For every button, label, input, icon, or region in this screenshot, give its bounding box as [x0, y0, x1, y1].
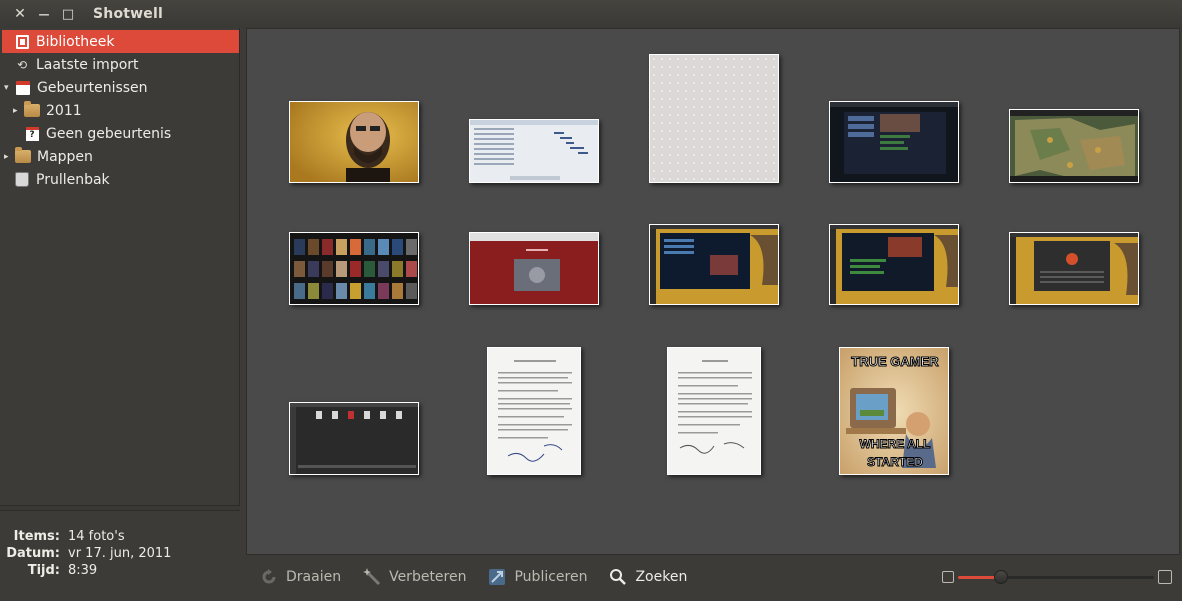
info-items-row: Items: 14 foto's: [2, 529, 125, 544]
bottom-toolbar: Draaien Verbeteren Publiceren Zoeken: [246, 555, 1180, 599]
publish-icon: [488, 568, 506, 586]
info-time-value: 8:39: [68, 563, 98, 578]
photo-thumbnail[interactable]: [1009, 232, 1139, 305]
photo-grid: TRUE GAMER WHERE ALL STARTED: [246, 28, 1180, 555]
info-items-label: Items:: [13, 529, 60, 544]
zoom-out-icon[interactable]: [942, 571, 954, 583]
sidebar-item-folders[interactable]: ▸ Mappen: [2, 145, 239, 168]
rotate-icon: [260, 568, 278, 586]
trash-icon: [14, 172, 30, 188]
search-label: Zoeken: [635, 569, 688, 585]
enhance-button[interactable]: Verbeteren: [363, 568, 466, 586]
sidebar-item-library[interactable]: Bibliotheek: [2, 30, 239, 53]
sidebar: Bibliotheek ⟲ Laatste import ▾ Gebeurten…: [2, 28, 240, 505]
sidebar-item-label: Bibliotheek: [36, 33, 115, 50]
close-window-button[interactable]: ✕: [8, 0, 32, 28]
info-date-label: Datum:: [6, 546, 60, 561]
sidebar-item-label: Geen gebeurtenis: [46, 125, 172, 142]
sidebar-item-2011[interactable]: ▸ 2011: [2, 99, 239, 122]
photo-thumbnail-meme[interactable]: TRUE GAMER WHERE ALL STARTED: [839, 347, 949, 475]
last-import-icon: ⟲: [16, 57, 28, 72]
magic-wand-icon: [363, 568, 381, 586]
photo-thumbnail[interactable]: [649, 54, 779, 183]
search-icon: [609, 568, 627, 586]
expander-collapsed-icon[interactable]: ▸: [13, 106, 23, 116]
sidebar-item-events[interactable]: ▾ Gebeurtenissen: [2, 76, 239, 99]
folder-icon: [24, 101, 40, 119]
sidebar-item-label: Gebeurtenissen: [37, 79, 148, 96]
photo-thumbnail[interactable]: [487, 347, 581, 475]
info-date-value: vr 17. jun, 2011: [68, 546, 172, 561]
sidebar-item-label: Laatste import: [36, 56, 139, 73]
sidebar-item-no-event[interactable]: ? Geen gebeurtenis: [2, 122, 239, 145]
title-bar: ✕ — □ Shotwell: [0, 0, 1182, 28]
enhance-label: Verbeteren: [389, 569, 467, 585]
shotwell-window: ✕ — □ Shotwell Bibliotheek ⟲ Laatste imp…: [0, 0, 1182, 601]
info-items-value: 14 foto's: [68, 529, 125, 544]
zoom-in-icon[interactable]: [1158, 570, 1172, 584]
rotate-button[interactable]: Draaien: [260, 568, 341, 586]
photo-thumbnail[interactable]: [289, 402, 419, 475]
photo-thumbnail[interactable]: [289, 101, 419, 183]
publish-label: Publiceren: [514, 569, 588, 585]
meme-bottom-text-1: WHERE ALL: [860, 437, 931, 451]
zoom-control: [942, 555, 1172, 599]
sidebar-item-trash[interactable]: Prullenbak: [2, 168, 239, 191]
no-event-icon: ?: [24, 126, 40, 142]
info-time-row: Tijd: 8:39: [2, 563, 98, 578]
photo-thumbnail[interactable]: [1009, 109, 1139, 183]
info-date-row: Datum: vr 17. jun, 2011: [2, 546, 171, 561]
photo-thumbnail[interactable]: [667, 347, 761, 475]
library-icon: [14, 34, 30, 50]
info-time-label: Tijd:: [27, 563, 60, 578]
photo-thumbnail[interactable]: [289, 232, 419, 305]
publish-button[interactable]: Publiceren: [488, 568, 587, 586]
photo-thumbnail[interactable]: [469, 119, 599, 183]
events-icon: [15, 80, 31, 96]
search-button[interactable]: Zoeken: [609, 568, 687, 586]
sidebar-item-label: Mappen: [37, 148, 93, 165]
sidebar-item-label: 2011: [46, 102, 82, 119]
maximize-window-button[interactable]: □: [56, 0, 80, 28]
rotate-label: Draaien: [286, 569, 342, 585]
zoom-slider-handle[interactable]: [994, 570, 1009, 584]
meme-bottom-text-2: STARTED: [867, 455, 923, 469]
sidebar-item-label: Prullenbak: [36, 171, 110, 188]
photo-thumbnail[interactable]: [829, 224, 959, 305]
photo-info-panel: Items: 14 foto's Datum: vr 17. jun, 2011…: [2, 511, 240, 599]
minimize-window-button[interactable]: —: [32, 0, 56, 28]
expander-expanded-icon[interactable]: ▾: [4, 83, 14, 93]
photo-thumbnail[interactable]: [829, 101, 959, 183]
zoom-slider-track[interactable]: [958, 576, 1154, 579]
photo-thumbnail[interactable]: [469, 232, 599, 305]
photo-thumbnail[interactable]: [649, 224, 779, 305]
meme-top-text: TRUE GAMER: [851, 354, 939, 369]
window-title: Shotwell: [93, 6, 163, 22]
expander-collapsed-icon[interactable]: ▸: [4, 152, 14, 162]
folder-icon: [15, 147, 31, 165]
sidebar-item-last-import[interactable]: ⟲ Laatste import: [2, 53, 239, 76]
